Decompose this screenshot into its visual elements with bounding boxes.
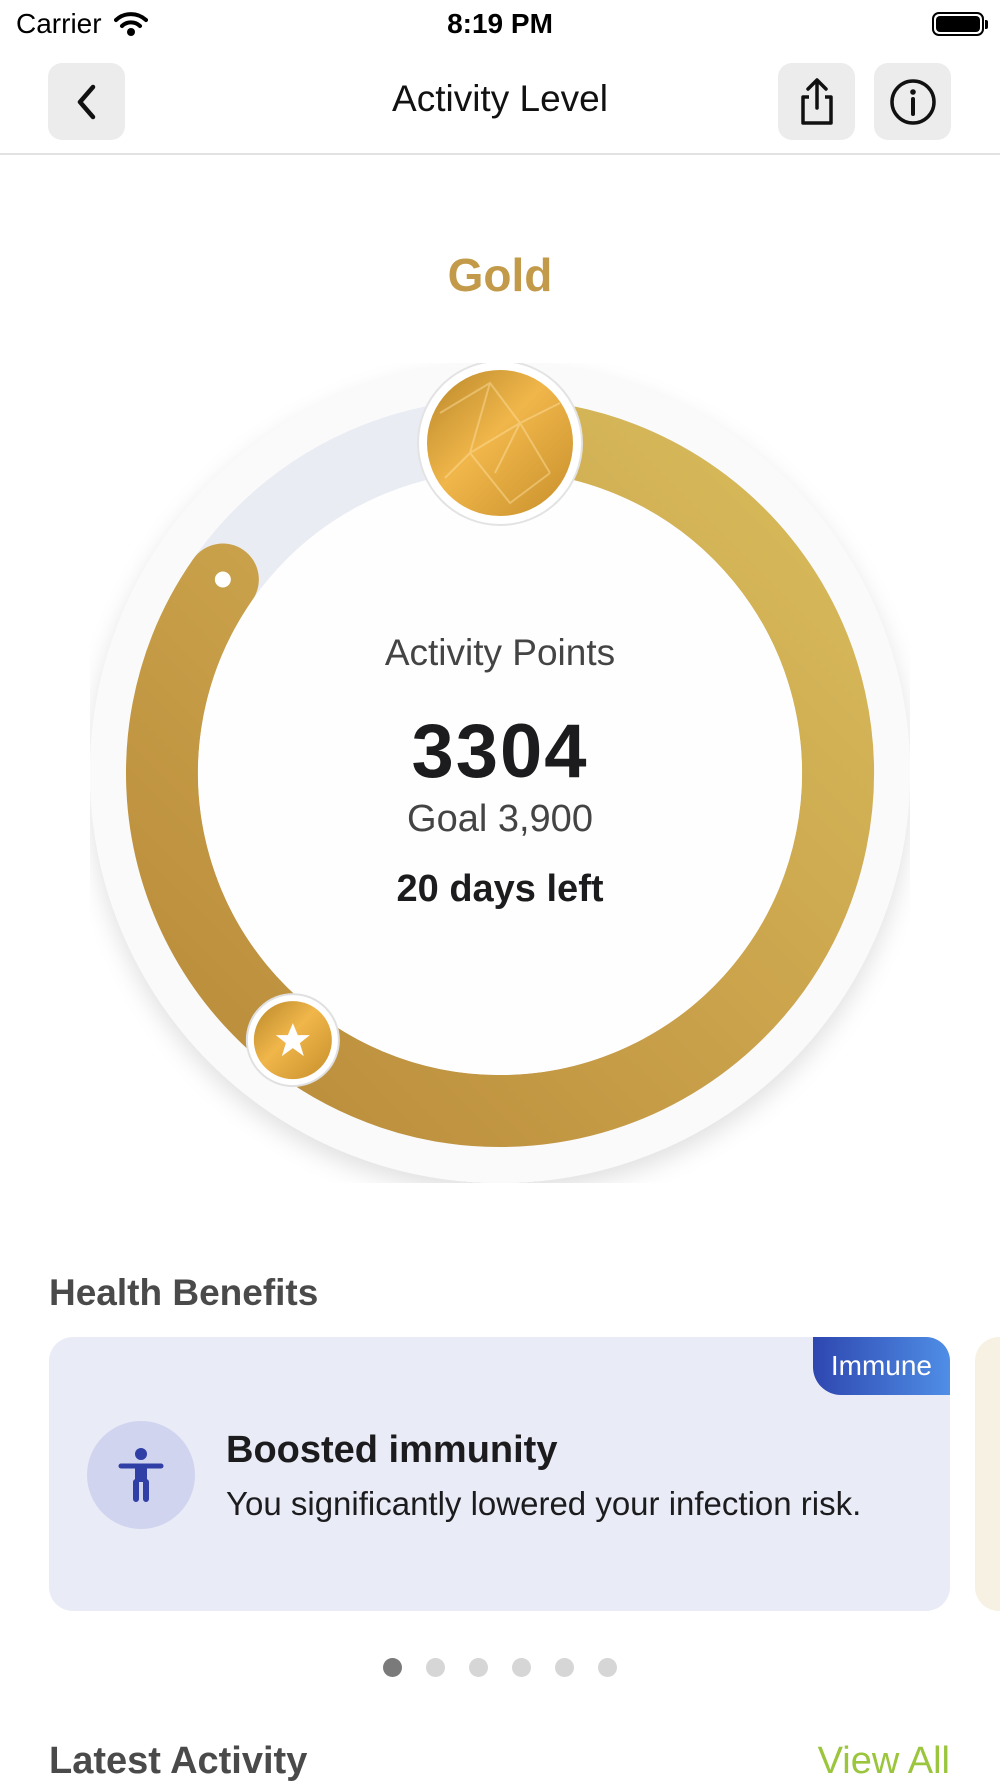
activity-points-label: Activity Points: [384, 632, 616, 673]
page-dot[interactable]: [598, 1658, 617, 1677]
benefit-tag: Immune: [812, 1337, 950, 1395]
share-icon: [800, 77, 833, 125]
page-dot[interactable]: [469, 1658, 488, 1677]
health-benefits-title: Health Benefits: [49, 1272, 319, 1313]
info-icon: [889, 78, 936, 125]
benefit-title: Boosted immunity: [226, 1429, 558, 1471]
days-left-text: 20 days left: [396, 868, 604, 910]
benefit-card[interactable]: Immune Boosted immunity You significantl…: [49, 1337, 950, 1611]
benefit-description: You significantly lowered your infection…: [226, 1485, 862, 1522]
gold-medal-icon: [417, 363, 583, 526]
page-dot[interactable]: [426, 1658, 445, 1677]
page-dot[interactable]: [383, 1658, 402, 1677]
progress-end-dot: [214, 571, 231, 588]
page-dot[interactable]: [555, 1658, 574, 1677]
nav-divider: [0, 153, 1000, 155]
star-badge-icon: [245, 993, 340, 1088]
page-indicator: [0, 1658, 1000, 1677]
status-time: 8:19 PM: [447, 8, 553, 39]
battery-icon: [932, 12, 988, 36]
page-dot[interactable]: [512, 1658, 531, 1677]
next-benefit-card[interactable]: [975, 1337, 1000, 1611]
activity-points-value: 3304: [411, 709, 589, 794]
info-button[interactable]: [874, 63, 951, 140]
accessibility-icon: [87, 1421, 195, 1529]
view-all-link[interactable]: View All: [818, 1740, 950, 1783]
share-button[interactable]: [778, 63, 855, 140]
goal-text: Goal 3,900: [407, 798, 593, 840]
level-title: Gold: [447, 249, 553, 301]
latest-activity-title: Latest Activity: [49, 1740, 308, 1782]
